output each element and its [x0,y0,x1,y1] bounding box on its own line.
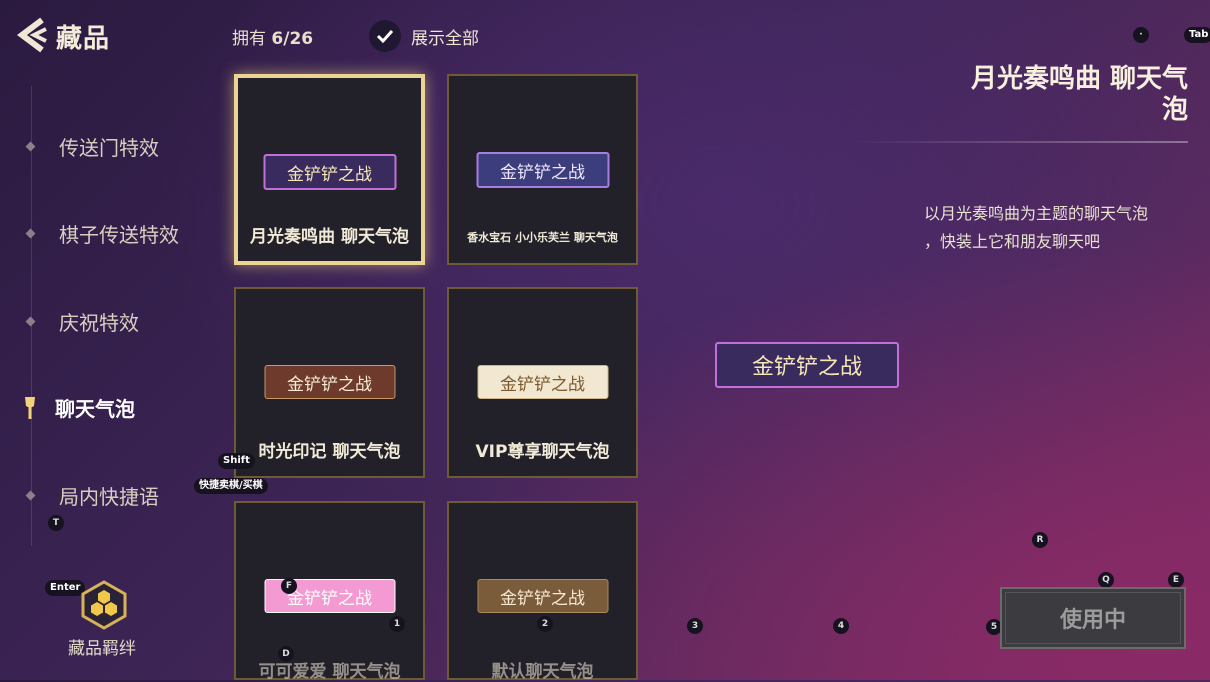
collection-card[interactable]: 金铲铲之战 时光印记 聊天气泡 [234,287,425,478]
card-name: 可可爱爱 聊天气泡 [258,662,401,682]
sidebar-item-chat-bubble[interactable]: 聊天气泡 [24,393,135,422]
hotkey-hint-d: D [278,646,294,662]
shovel-icon [25,396,35,419]
owned-counter: 拥有 6/26 [232,24,313,49]
hotkey-hint-2: 2 [537,616,553,632]
chat-bubble-large-preview: 金铲铲之战 [715,342,899,388]
hotkey-hint-tab: Tab [1184,27,1210,43]
sidebar-item-label: 庆祝特效 [59,311,139,335]
hotkey-tooltip: 快捷卖棋/买棋 [194,478,268,494]
owned-count: 6/26 [271,29,314,49]
detail-description: 以月光奏鸣曲为主题的聊天气泡 ，快装上它和朋友聊天吧 [924,200,1189,256]
collection-card[interactable]: 金铲铲之战 可可爱爱 聊天气泡 [234,501,425,682]
in-use-button[interactable]: 使用中 [1000,587,1186,649]
honeycomb-bond-icon[interactable] [79,580,129,630]
description-line: 以月光奏鸣曲为主题的聊天气泡 [924,204,1149,223]
chat-bubble-preview: 金铲铲之战 [264,365,395,399]
bullet-icon [25,316,36,327]
sidebar-item-portal-effect[interactable]: 传送门特效 [24,132,159,161]
description-line: ，快装上它和朋友聊天吧 [924,232,1101,251]
hotkey-hint-r: R [1032,532,1048,548]
bullet-icon [25,228,36,239]
detail-title-line: 月光奏鸣曲 聊天气 [970,64,1188,94]
collection-card[interactable]: 金铲铲之战 月光奏鸣曲 聊天气泡 [234,74,425,265]
collection-card[interactable]: 金铲铲之战 默认聊天气泡 [447,501,638,682]
sidebar-item-label: 局内快捷语 [59,485,159,509]
page-title: 藏品 [56,24,111,54]
hotkey-hint-3: 3 [687,618,703,634]
hotkey-hint-shift: Shift [218,453,255,469]
hotkey-hint-q: Q [1098,572,1114,588]
bullet-icon [25,490,36,501]
card-name: 月光奏鸣曲 聊天气泡 [250,227,409,247]
card-name: 香水宝石 小小乐芙兰 聊天气泡 [467,231,618,244]
owned-label: 拥有 [232,29,266,49]
back-arrow-icon[interactable] [14,16,48,54]
sidebar-item-quick-chat[interactable]: 局内快捷语 [24,481,159,510]
hotkey-hint-4: 4 [833,618,849,634]
hotkey-hint-dot: · [1133,27,1149,43]
collection-card[interactable]: 金铲铲之战 VIP尊享聊天气泡 [447,287,638,478]
hotkey-hint-f: F [281,578,297,594]
card-name: 时光印记 聊天气泡 [258,442,401,462]
sidebar-item-celebration-effect[interactable]: 庆祝特效 [24,307,139,336]
chat-bubble-preview: 金铲铲之战 [477,365,608,399]
detail-divider [850,141,1188,143]
detail-title-line: 泡 [1161,95,1188,125]
bullet-icon [25,141,36,152]
chat-bubble-preview: 金铲铲之战 [263,154,396,190]
detail-title: 月光奏鸣曲 聊天气泡 [928,64,1188,126]
bond-label[interactable]: 藏品羁绊 [68,634,136,659]
sidebar-item-label: 聊天气泡 [55,397,135,421]
show-all-label[interactable]: 展示全部 [411,24,479,49]
hotkey-hint-1: 1 [389,616,405,632]
chat-bubble-preview: 金铲铲之战 [476,152,609,188]
hotkey-hint-t: T [48,515,64,531]
hotkey-hint-e: E [1168,572,1184,588]
chat-bubble-preview: 金铲铲之战 [477,579,608,613]
sidebar-item-label: 传送门特效 [59,136,159,160]
sidebar-item-piece-teleport-effect[interactable]: 棋子传送特效 [24,219,179,248]
collection-card[interactable]: 金铲铲之战 香水宝石 小小乐芙兰 聊天气泡 [447,74,638,265]
checkmark-icon [376,29,394,43]
card-name: 默认聊天气泡 [491,662,594,682]
sidebar-item-label: 棋子传送特效 [59,223,179,247]
show-all-checkbox[interactable] [369,20,401,52]
card-name: VIP尊享聊天气泡 [475,442,610,462]
